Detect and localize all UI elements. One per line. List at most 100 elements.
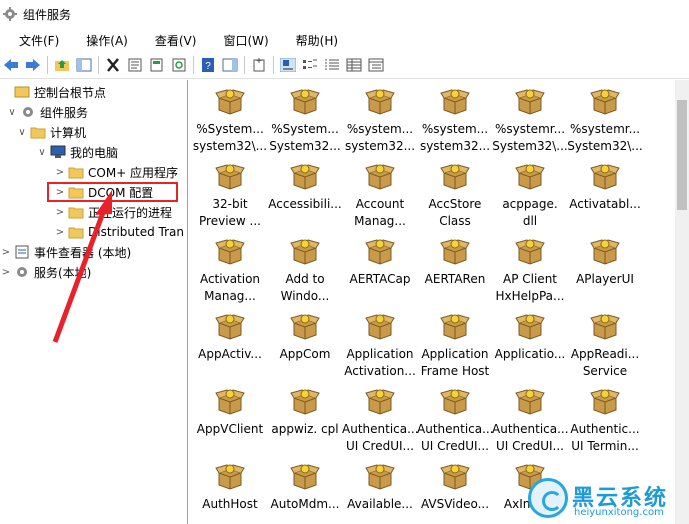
toolbar: ? xyxy=(0,52,689,79)
watermark-logo: 黑云系统 heiyunxitong.com xyxy=(528,478,688,524)
item-label: Activation Manag... xyxy=(199,272,261,303)
menu-help[interactable]: 帮助(H) xyxy=(277,32,346,49)
menu-file[interactable]: 文件(F) xyxy=(0,32,67,49)
tree-node-my-computer[interactable]: ∨ 我的电脑 xyxy=(36,142,118,162)
package-icon xyxy=(515,164,545,190)
tree-chevron[interactable]: > xyxy=(54,227,66,238)
help-button[interactable]: ? xyxy=(199,56,217,74)
tree-label: COM+ 应用程序 xyxy=(88,165,179,180)
refresh-button[interactable] xyxy=(170,56,188,74)
dcom-app-item[interactable]: Add to Windo... xyxy=(267,232,343,305)
tree-node-event-viewer[interactable]: > 事件查看器 (本地) xyxy=(0,242,131,262)
dcom-app-item[interactable]: AERTARen xyxy=(417,232,493,288)
dcom-app-item[interactable]: %system... system32... xyxy=(342,82,418,155)
tree-node-services-local[interactable]: > 服务(本地) xyxy=(0,262,92,282)
package-icon xyxy=(290,314,320,340)
item-label: Applicatio... xyxy=(494,347,566,361)
dcom-app-item[interactable]: Authentica... UI CredUI... xyxy=(492,382,569,455)
dcom-app-item[interactable]: AppReadi... Service xyxy=(567,307,643,380)
dcom-app-item[interactable]: AppActiv... xyxy=(192,307,268,363)
tree-chevron[interactable]: > xyxy=(54,167,66,178)
dcom-app-item[interactable]: Available... xyxy=(342,457,418,513)
dcom-app-item[interactable]: %System... System32... xyxy=(267,82,343,155)
package-icon xyxy=(215,314,245,340)
tree-node-com-plus[interactable]: > COM+ 应用程序 xyxy=(54,162,178,182)
large-icons-button[interactable] xyxy=(279,56,297,74)
tree-label: 服务(本地) xyxy=(34,265,92,280)
back-arrow-icon xyxy=(4,59,18,71)
dcom-app-item[interactable]: AppCom xyxy=(267,307,343,363)
dcom-app-item[interactable]: APlayerUI xyxy=(567,232,643,288)
dcom-app-item[interactable]: %systemr... System32\... xyxy=(492,82,568,155)
tree-chevron[interactable]: > xyxy=(54,207,66,218)
up-button[interactable] xyxy=(53,56,71,74)
detail-view-button[interactable] xyxy=(345,56,363,74)
tree-node-component-services[interactable]: ∨ 组件服务 xyxy=(6,102,88,122)
tree-chevron[interactable]: ∨ xyxy=(16,127,28,138)
tree-node-console-root[interactable]: 控制台根节点 xyxy=(0,82,106,102)
dcom-app-item[interactable]: Application Activation... xyxy=(342,307,418,380)
properties-button[interactable] xyxy=(126,56,144,74)
dcom-app-item[interactable]: Applicatio... xyxy=(492,307,568,363)
menu-view[interactable]: 查看(V) xyxy=(136,32,205,49)
properties-icon xyxy=(128,58,142,72)
dcom-app-item[interactable]: Accessibili... xyxy=(267,157,343,213)
delete-button[interactable] xyxy=(104,56,122,74)
package-icon xyxy=(215,89,245,115)
tree-chevron[interactable]: > xyxy=(0,247,12,258)
package-icon xyxy=(515,314,545,340)
tree-pane[interactable]: 控制台根节点 ∨ 组件服务 ∨ 计算机 ∨ 我的电脑 > COM+ 应用程序 >… xyxy=(0,80,188,524)
tree-node-distributed-transaction[interactable]: > Distributed Tran xyxy=(54,222,184,242)
dcom-app-item[interactable]: appwiz. cpl xyxy=(267,382,343,438)
dcom-app-item[interactable]: AccStore Class xyxy=(417,157,493,230)
dcom-app-item[interactable]: %system... system32... xyxy=(417,82,493,155)
dcom-app-item[interactable]: %systemr... System32\... xyxy=(567,82,643,155)
list-view-button[interactable] xyxy=(323,56,341,74)
toolbar-separator xyxy=(273,56,274,74)
dcom-app-item[interactable]: Authentica... UI CredUI... xyxy=(342,382,419,455)
filter-view-button[interactable] xyxy=(367,56,385,74)
action-pane-button[interactable] xyxy=(221,56,239,74)
action-pane-icon xyxy=(222,58,238,72)
package-icon xyxy=(515,89,545,115)
dcom-app-item[interactable]: Authentic... UI Termin... xyxy=(567,382,643,455)
dcom-app-item[interactable]: AppVClient xyxy=(192,382,268,438)
small-icons-button[interactable] xyxy=(301,56,319,74)
dcom-items-pane[interactable]: %System... system32\... %System... System… xyxy=(190,80,674,524)
dcom-app-item[interactable]: Application Frame Host xyxy=(417,307,493,380)
back-button[interactable] xyxy=(2,56,20,74)
dcom-app-item[interactable]: AVSVideo... xyxy=(417,457,493,513)
tree-chevron[interactable]: ∨ xyxy=(36,147,48,158)
dcom-app-item[interactable]: AutoMdm... xyxy=(267,457,343,513)
menu-action[interactable]: 操作(A) xyxy=(67,32,136,49)
package-icon xyxy=(215,464,245,490)
dcom-app-item[interactable]: Activatabl... xyxy=(567,157,643,213)
menu-window[interactable]: 窗口(W) xyxy=(204,32,276,49)
export-button[interactable] xyxy=(148,56,166,74)
dcom-app-item[interactable]: %System... system32\... xyxy=(192,82,268,155)
tree-chevron[interactable]: > xyxy=(0,267,12,278)
package-icon xyxy=(290,89,320,115)
dcom-app-item[interactable]: AuthHost xyxy=(192,457,268,513)
dcom-app-item[interactable]: Authentica... UI CredUI... xyxy=(417,382,494,455)
tree-node-running-processes[interactable]: > 正在运行的进程 xyxy=(54,202,172,222)
scrollbar-thumb[interactable] xyxy=(677,100,687,210)
tree-chevron[interactable]: ∨ xyxy=(6,107,18,118)
package-icon xyxy=(290,239,320,265)
dcom-app-item[interactable]: 32-bit Preview ... xyxy=(192,157,268,230)
dcom-app-item[interactable]: acppage. dll xyxy=(492,157,568,230)
vertical-scrollbar[interactable] xyxy=(675,80,689,524)
package-icon xyxy=(365,389,395,415)
package-icon xyxy=(440,89,470,115)
show-hide-tree-button[interactable] xyxy=(75,56,93,74)
tree-node-computers[interactable]: ∨ 计算机 xyxy=(16,122,86,142)
item-label: AppReadi... Service xyxy=(570,347,640,378)
forward-button[interactable] xyxy=(24,56,42,74)
package-icon xyxy=(290,164,320,190)
computer-icon xyxy=(50,145,66,158)
dcom-app-item[interactable]: AP Client HxHelpPa... xyxy=(492,232,568,305)
dcom-app-item[interactable]: AERTACap xyxy=(342,232,418,288)
dcom-app-item[interactable]: Account Manag... xyxy=(342,157,418,230)
new-window-button[interactable] xyxy=(250,56,268,74)
dcom-app-item[interactable]: Activation Manag... xyxy=(192,232,268,305)
